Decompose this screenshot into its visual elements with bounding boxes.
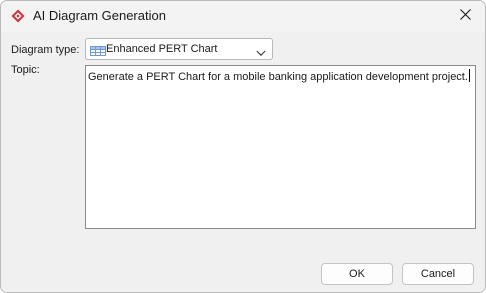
- text-caret: [468, 69, 470, 82]
- close-button[interactable]: [453, 5, 477, 27]
- ok-button[interactable]: OK: [321, 263, 393, 285]
- chevron-down-icon: [256, 46, 266, 56]
- topic-label: Topic:: [11, 64, 40, 76]
- window-title: AI Diagram Generation: [33, 8, 166, 23]
- diagram-type-value: Enhanced PERT Chart: [106, 43, 218, 55]
- table-icon: [90, 45, 106, 56]
- topic-text: Generate a PERT Chart for a mobile banki…: [88, 69, 470, 83]
- app-logo-icon: [11, 9, 25, 23]
- topic-textarea[interactable]: Generate a PERT Chart for a mobile banki…: [85, 65, 476, 229]
- topic-value: Generate a PERT Chart for a mobile banki…: [88, 71, 468, 83]
- dialog-body: Diagram type: Enhanced PERT Chart Topic:: [1, 32, 485, 292]
- diagram-type-label: Diagram type:: [11, 44, 80, 56]
- cancel-button[interactable]: Cancel: [402, 263, 474, 285]
- title-bar[interactable]: AI Diagram Generation: [1, 1, 485, 32]
- ai-diagram-generation-dialog: AI Diagram Generation Diagram type: Enha…: [0, 0, 486, 293]
- close-icon: [459, 9, 471, 23]
- diagram-type-select[interactable]: Enhanced PERT Chart: [85, 38, 273, 60]
